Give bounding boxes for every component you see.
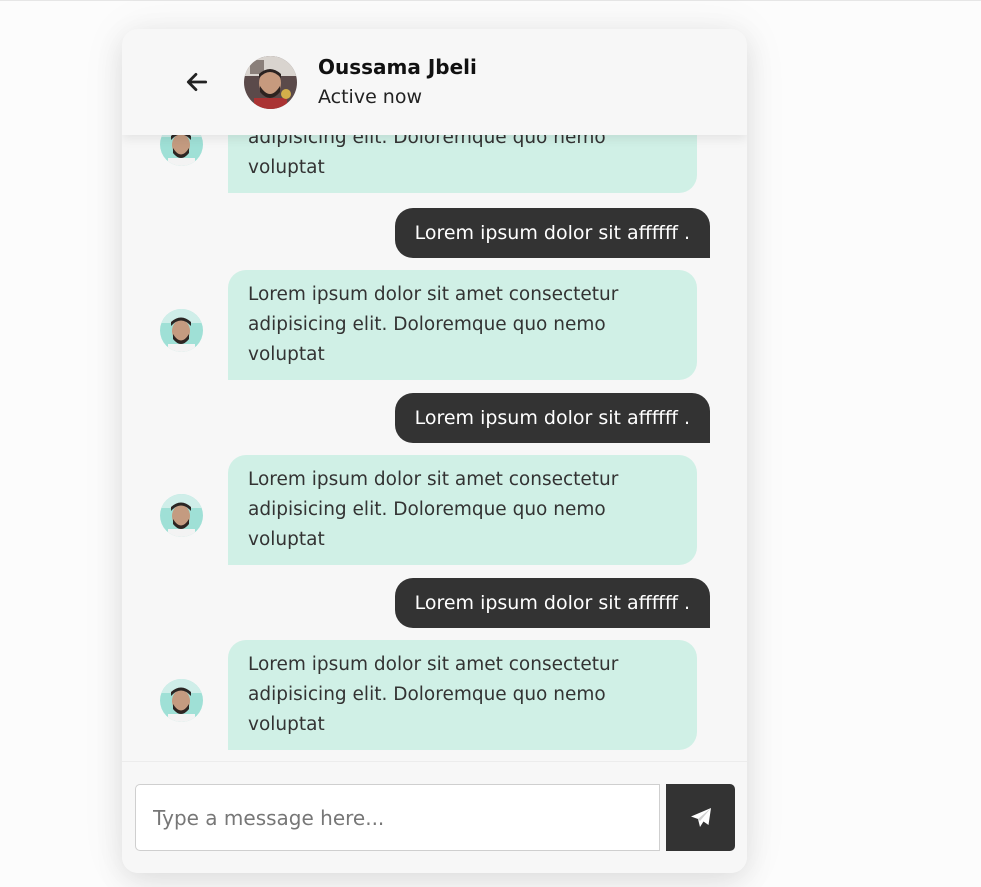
message-line: Lorem ipsum dolor sit amet consectetur — [248, 284, 619, 305]
message-line: voluptat — [248, 157, 325, 178]
contact-name: Oussama Jbeli — [318, 55, 477, 79]
chat-header: Oussama Jbeli Active now — [122, 29, 747, 135]
incoming-message: adipisicing elit. Doloremque quo nemo vo… — [228, 135, 697, 193]
paper-plane-icon — [690, 807, 711, 827]
message-text: Lorem ipsum dolor sit affffff . — [414, 222, 690, 244]
sender-avatar — [160, 494, 203, 537]
outgoing-message: Lorem ipsum dolor sit affffff . — [394, 578, 710, 628]
incoming-message: Lorem ipsum dolor sit amet consectetur a… — [228, 270, 697, 380]
chat-window: Oussama Jbeli Active now adipisicing eli… — [122, 29, 747, 873]
message-line: adipisicing elit. Doloremque quo nemo — [248, 499, 606, 520]
incoming-message: Lorem ipsum dolor sit amet consectetur a… — [228, 455, 697, 565]
typing-area — [122, 761, 747, 873]
message-line: Lorem ipsum dolor sit amet consectetur — [248, 654, 619, 675]
message-line: Lorem ipsum dolor sit amet consectetur — [248, 469, 619, 490]
arrow-left-icon — [186, 73, 208, 91]
incoming-message: Lorem ipsum dolor sit amet consectetur a… — [228, 640, 697, 750]
message-line: adipisicing elit. Doloremque quo nemo — [248, 135, 606, 148]
message-input[interactable] — [135, 784, 660, 851]
contact-status: Active now — [318, 86, 423, 108]
message-line: voluptat — [248, 344, 325, 365]
chat-box[interactable]: adipisicing elit. Doloremque quo nemo vo… — [122, 135, 747, 761]
send-button[interactable] — [666, 784, 735, 851]
message-line: voluptat — [248, 529, 325, 550]
contact-avatar[interactable] — [244, 56, 297, 109]
message-line: adipisicing elit. Doloremque quo nemo — [248, 314, 606, 335]
sender-avatar — [160, 135, 203, 166]
outgoing-message: Lorem ipsum dolor sit affffff . — [394, 208, 710, 258]
back-button[interactable] — [184, 69, 210, 95]
outgoing-message: Lorem ipsum dolor sit affffff . — [394, 393, 710, 443]
sender-avatar — [160, 679, 203, 722]
message-text: Lorem ipsum dolor sit affffff . — [414, 407, 690, 429]
message-line: voluptat — [248, 714, 325, 735]
message-text: Lorem ipsum dolor sit affffff . — [414, 592, 690, 614]
message-line: adipisicing elit. Doloremque quo nemo — [248, 684, 606, 705]
sender-avatar — [160, 309, 203, 352]
